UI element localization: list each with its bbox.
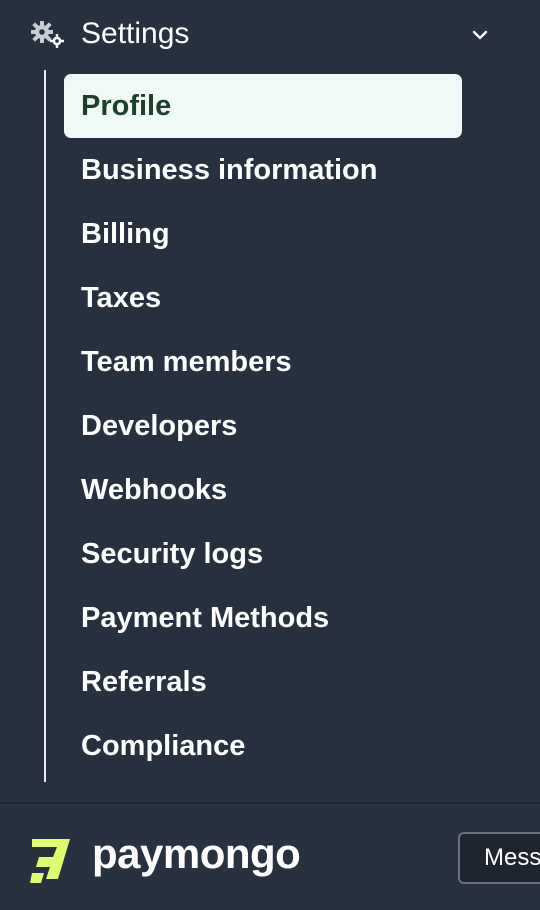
- menu-item-label: Developers: [81, 409, 238, 442]
- settings-label: Settings: [81, 17, 190, 50]
- paymongo-logo-text: paymongo: [92, 830, 301, 877]
- menu-item-label: Payment Methods: [81, 601, 330, 634]
- submenu-tree-line: [44, 70, 46, 782]
- menu-item-profile[interactable]: Profile: [64, 74, 462, 138]
- settings-section-header[interactable]: Settings: [0, 0, 540, 68]
- menu-item-billing[interactable]: Billing: [64, 202, 462, 266]
- settings-submenu: Profile Business information Billing Tax…: [64, 74, 462, 778]
- sidebar-footer: paymongo Messages: [0, 804, 540, 910]
- gears-icon: [31, 21, 64, 48]
- menu-item-label: Team members: [81, 345, 292, 378]
- menu-item-team-members[interactable]: Team members: [64, 330, 462, 394]
- menu-item-developers[interactable]: Developers: [64, 394, 462, 458]
- menu-item-referrals[interactable]: Referrals: [64, 650, 462, 714]
- menu-item-payment-methods[interactable]: Payment Methods: [64, 586, 462, 650]
- menu-item-label: Billing: [81, 217, 170, 250]
- paymongo-logo-icon: [30, 839, 70, 883]
- menu-item-label: Taxes: [81, 281, 162, 314]
- sidebar: Settings Profile Business information Bi…: [0, 0, 540, 910]
- menu-item-label: Profile: [81, 89, 172, 122]
- messages-button-label: Messages: [484, 844, 540, 871]
- menu-item-label: Compliance: [81, 729, 246, 762]
- chevron-down-icon[interactable]: [469, 24, 491, 46]
- menu-item-business-information[interactable]: Business information: [64, 138, 462, 202]
- menu-item-security-logs[interactable]: Security logs: [64, 522, 462, 586]
- menu-item-label: Webhooks: [81, 473, 228, 506]
- messages-button[interactable]: Messages: [458, 832, 540, 884]
- menu-item-label: Security logs: [81, 537, 264, 570]
- menu-item-label: Business information: [81, 153, 378, 186]
- menu-item-taxes[interactable]: Taxes: [64, 266, 462, 330]
- menu-item-compliance[interactable]: Compliance: [64, 714, 462, 778]
- menu-item-webhooks[interactable]: Webhooks: [64, 458, 462, 522]
- menu-item-label: Referrals: [81, 665, 207, 698]
